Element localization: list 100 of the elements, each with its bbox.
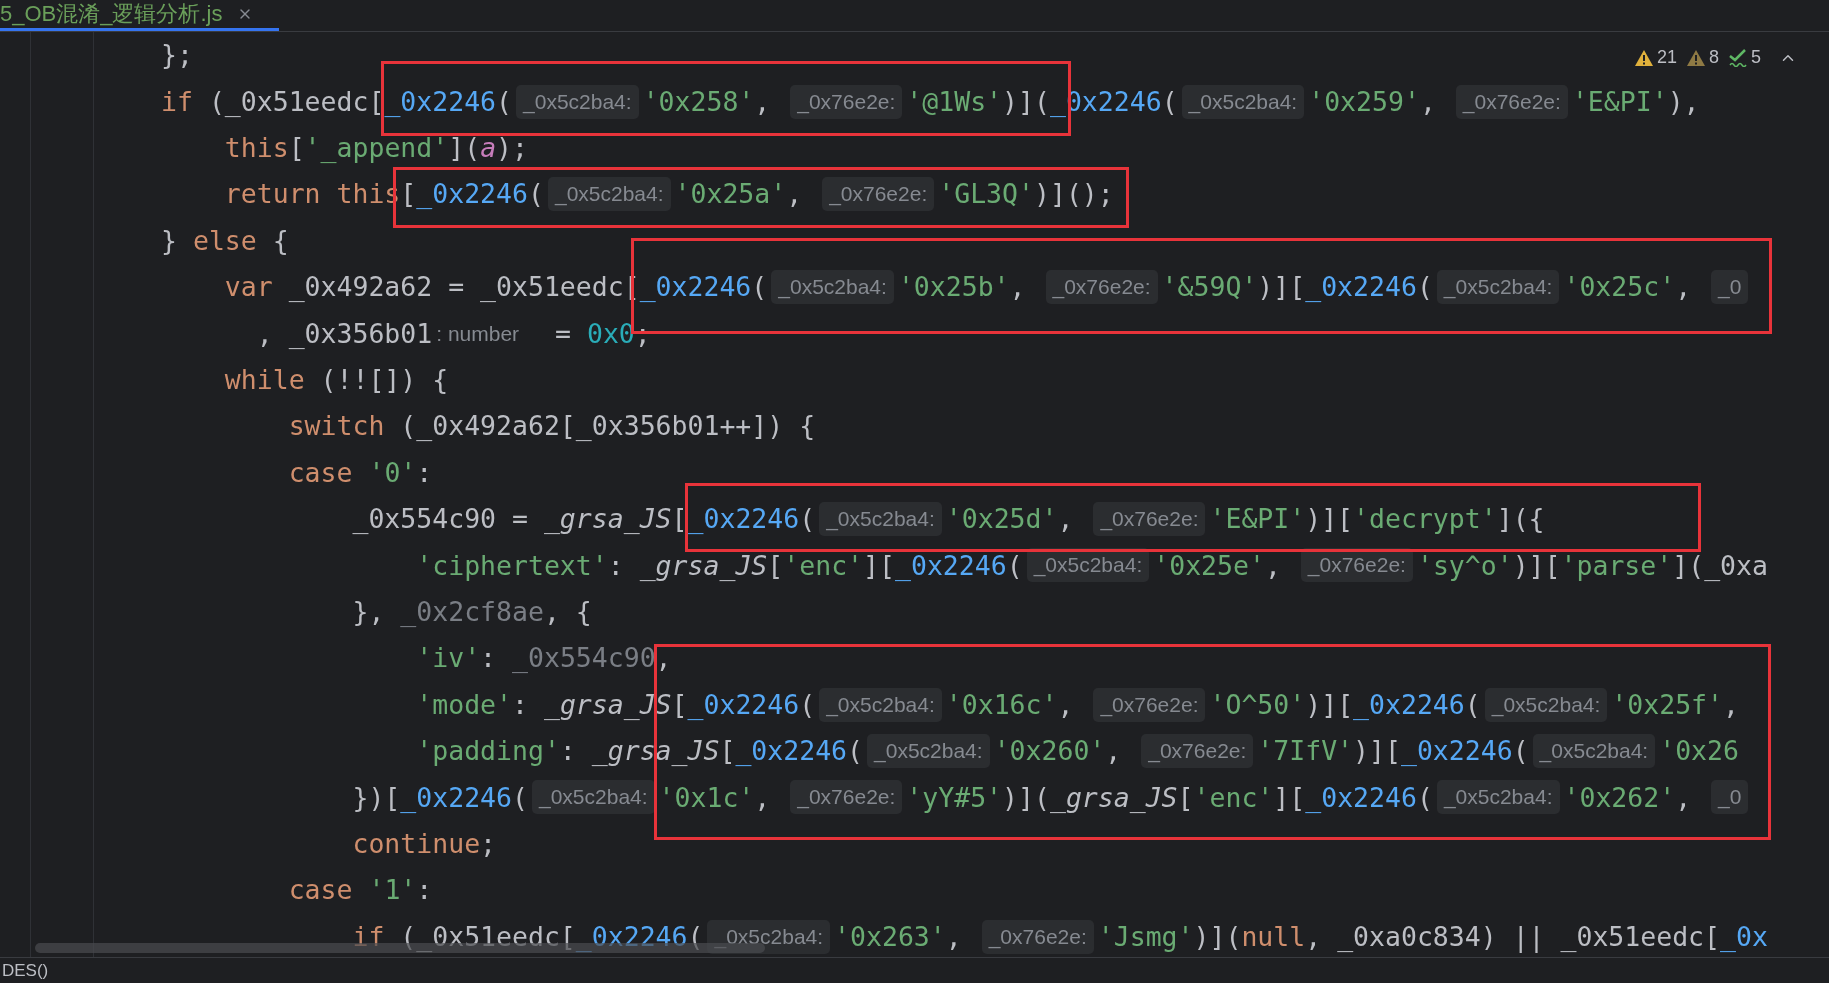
string-literal: '_append' bbox=[304, 131, 449, 166]
code-text: [ bbox=[1177, 780, 1194, 815]
parameter-hint: _0x5c2ba4: bbox=[532, 780, 655, 815]
function-name: _0x2246 bbox=[400, 780, 512, 815]
function-name: _0x2246 bbox=[894, 548, 1007, 583]
code-text: = bbox=[554, 316, 572, 351]
inspection-count: 21 bbox=[1656, 46, 1677, 69]
code-text: ][ bbox=[1273, 780, 1306, 815]
code-text: }; bbox=[161, 38, 193, 73]
parameter-hint: _0x5c2ba4: bbox=[771, 270, 894, 305]
string-literal: '0x25b' bbox=[897, 270, 1010, 305]
code-text: : bbox=[480, 641, 498, 676]
keyword: if bbox=[351, 919, 385, 954]
code-text: , _0xa0c834) || _0x51eedc[ bbox=[1305, 919, 1721, 955]
code-text: ), bbox=[1667, 84, 1700, 119]
unused-variable: _0x554c90 bbox=[512, 641, 656, 676]
keyword: continue bbox=[351, 826, 481, 861]
parameter-hint: _0x5c2ba4: bbox=[1436, 780, 1560, 815]
function-name: _0x bbox=[1720, 919, 1768, 954]
code-text: ( bbox=[1161, 84, 1178, 119]
string-literal: '0x25c' bbox=[1563, 270, 1676, 305]
type-hint: : number bbox=[435, 320, 521, 347]
function-name: _0x2246 bbox=[687, 687, 800, 722]
parameter-hint: _0x76e2e: bbox=[1045, 270, 1158, 305]
code-text: ( bbox=[512, 780, 528, 815]
string-literal: 'yY#5' bbox=[906, 780, 1003, 815]
string-literal: 'O^50' bbox=[1209, 687, 1306, 722]
string-literal: 'padding' bbox=[415, 734, 560, 769]
code-text: , bbox=[655, 641, 672, 676]
global-variable: _grsa_JS bbox=[543, 502, 672, 537]
code-text: ( bbox=[496, 84, 513, 119]
unused-variable: _0x2cf8ae bbox=[400, 595, 544, 629]
function-name: _0x2246 bbox=[735, 734, 848, 769]
code-text: (!![]) { bbox=[319, 363, 449, 398]
string-literal: 'E&PI' bbox=[1209, 502, 1306, 537]
string-literal: 'sy^o' bbox=[1416, 548, 1513, 583]
parameter-hint: _0x5c2ba4: bbox=[819, 502, 942, 537]
code-text: , bbox=[1057, 687, 1075, 722]
code-text: , { bbox=[543, 595, 592, 629]
string-literal: '0x25d' bbox=[945, 502, 1058, 537]
check-icon bbox=[1729, 48, 1747, 67]
string-literal: 'ciphertext' bbox=[415, 548, 608, 583]
code-text: ; bbox=[480, 826, 497, 861]
code-text: } bbox=[161, 223, 178, 258]
code-text: ( bbox=[1416, 270, 1433, 305]
parameter-hint: _0x76e2e: bbox=[981, 919, 1094, 954]
string-literal: '7IfV' bbox=[1257, 734, 1354, 769]
string-literal: '0x1c' bbox=[658, 780, 755, 815]
string-literal: '0x16c' bbox=[945, 687, 1058, 722]
parameter-hint: _0x5c2ba4: bbox=[1026, 548, 1150, 583]
parameter-hint: _0 bbox=[1711, 780, 1749, 815]
keyword: if bbox=[161, 84, 193, 119]
code-text: ](_0xa bbox=[1672, 548, 1768, 583]
function-name: _0x2246 bbox=[687, 502, 800, 537]
code-text: _0x554c90 = bbox=[351, 502, 529, 537]
code-text: ]( bbox=[448, 131, 481, 166]
code-text: (_0x51eedc[ bbox=[399, 919, 576, 954]
code-text: })[ bbox=[351, 780, 401, 815]
function-name: _0x2246 bbox=[384, 84, 497, 119]
code-text: , bbox=[1009, 270, 1027, 305]
code-text: (_0x51eedc[ bbox=[207, 84, 385, 119]
code-text: ( bbox=[1006, 548, 1023, 583]
code-text: [ bbox=[767, 548, 784, 583]
code-text: ( bbox=[1464, 687, 1481, 722]
code-text: )]( bbox=[1002, 780, 1050, 815]
code-text: , bbox=[1264, 548, 1282, 583]
code-text: , bbox=[786, 177, 804, 212]
code-text: , bbox=[1419, 84, 1437, 119]
code-text: , bbox=[1105, 734, 1123, 769]
string-literal: 'mode' bbox=[415, 687, 512, 722]
keyword: case bbox=[287, 455, 354, 490]
warning-icon bbox=[1634, 49, 1653, 66]
string-literal: 'parse' bbox=[1560, 548, 1673, 583]
code-text: }, bbox=[351, 595, 386, 629]
code-text: , bbox=[1675, 270, 1693, 305]
parameter-hint: _0x5c2ba4: bbox=[516, 84, 639, 119]
code-text: { bbox=[271, 223, 289, 258]
keyword: while bbox=[223, 363, 305, 398]
file-tab[interactable]: 5_OB混淆_逻辑分析.js bbox=[0, 0, 279, 31]
code-text: , _0x356b01 bbox=[255, 316, 433, 351]
parameter-hint: _0x76e2e: bbox=[1093, 687, 1206, 722]
code-text: : bbox=[416, 455, 433, 490]
code-text: )][ bbox=[1353, 734, 1401, 769]
parameter-hint: _0 bbox=[1711, 270, 1749, 305]
function-name: _0x2246 bbox=[1353, 687, 1465, 722]
code-text: ( bbox=[1512, 734, 1529, 769]
string-literal: 'iv' bbox=[415, 641, 481, 676]
code-text: , bbox=[945, 919, 963, 954]
string-literal: 'Jsmg' bbox=[1097, 919, 1194, 954]
parameter-hint: _0x5c2ba4: bbox=[1484, 687, 1608, 722]
code-text: [ bbox=[288, 131, 305, 166]
parameter-hint: _0x76e2e: bbox=[790, 780, 903, 815]
global-variable: _grsa_JS bbox=[639, 548, 768, 583]
string-literal: 'GL3Q' bbox=[938, 177, 1034, 212]
warning-icon bbox=[1686, 49, 1705, 66]
keyword: null bbox=[1241, 919, 1306, 954]
code-text: ( bbox=[687, 919, 704, 954]
code-text: ]({ bbox=[1496, 502, 1545, 537]
parameter-hint: _0x76e2e: bbox=[1300, 548, 1413, 583]
parameter-hint: _0x76e2e: bbox=[1093, 502, 1206, 537]
